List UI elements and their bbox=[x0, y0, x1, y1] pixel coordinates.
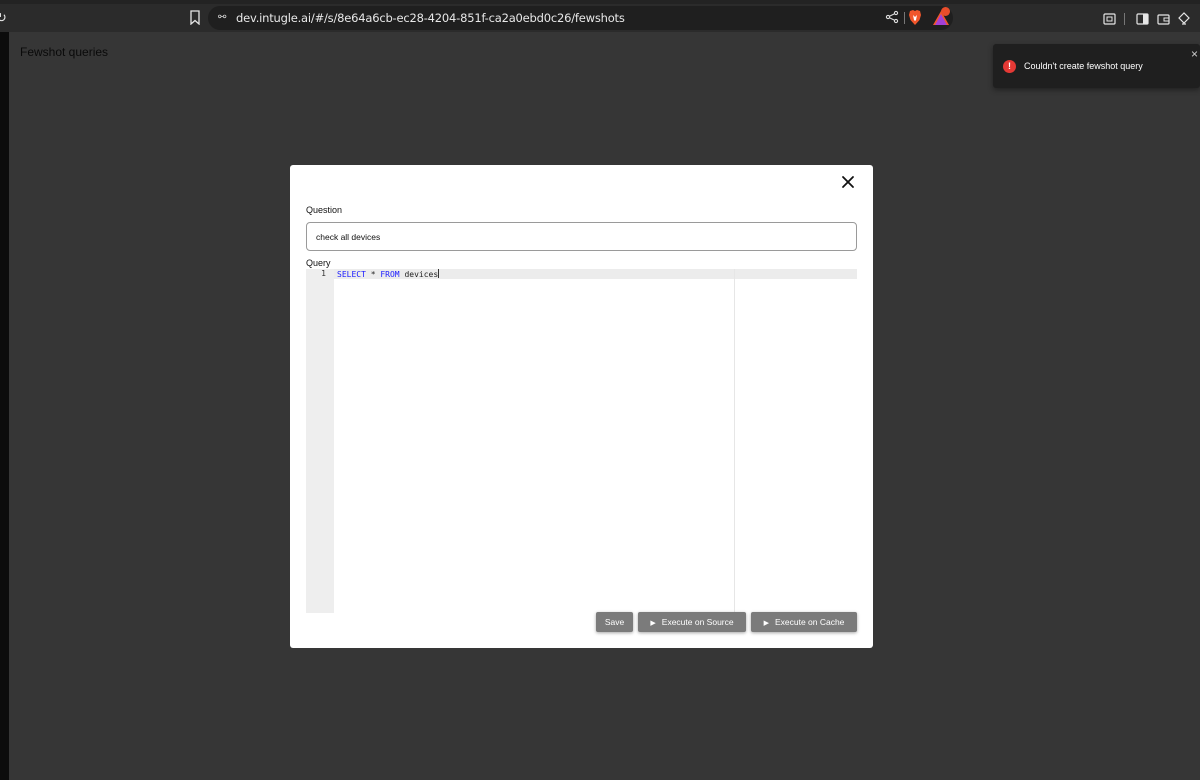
query-editor[interactable]: 1 SELECT * FROM devices bbox=[306, 269, 857, 613]
play-icon: ▶ bbox=[763, 620, 769, 627]
address-bar[interactable]: ⚯ dev.intugle.ai/#/s/8e64a6cb-ec28-4204-… bbox=[208, 6, 953, 30]
window-left-edge bbox=[0, 32, 9, 780]
toast-message: Couldn't create fewshot query bbox=[1024, 61, 1143, 71]
query-label: Query bbox=[306, 258, 331, 268]
error-toast: ! Couldn't create fewshot query × bbox=[993, 44, 1200, 88]
text-cursor bbox=[438, 269, 440, 278]
extensions-icon[interactable] bbox=[1177, 12, 1191, 26]
play-icon: ▶ bbox=[650, 620, 656, 627]
share-icon[interactable] bbox=[885, 10, 899, 24]
execute-cache-label: Execute on Cache bbox=[774, 617, 845, 627]
url-text[interactable]: dev.intugle.ai/#/s/8e64a6cb-ec28-4204-85… bbox=[236, 11, 625, 25]
toolbar-divider bbox=[1124, 13, 1125, 25]
editor-gutter: 1 bbox=[306, 269, 334, 613]
menu-icon[interactable]: ⋮ bbox=[1195, 12, 1200, 26]
reload-icon[interactable]: ↻ bbox=[0, 11, 7, 26]
screenshot-icon[interactable] bbox=[1103, 12, 1116, 26]
site-settings-icon[interactable]: ⚯ bbox=[218, 12, 226, 23]
question-label: Question bbox=[306, 205, 343, 215]
execute-on-cache-button[interactable]: ▶ Execute on Cache bbox=[751, 612, 857, 632]
sidebar-icon[interactable] bbox=[1136, 12, 1149, 26]
line-number: 1 bbox=[321, 269, 326, 278]
save-label: Save bbox=[604, 617, 625, 627]
sql-keyword-from: FROM bbox=[380, 270, 400, 279]
error-icon: ! bbox=[1003, 60, 1016, 73]
code-line[interactable]: SELECT * FROM devices bbox=[337, 269, 440, 280]
print-margin bbox=[734, 269, 735, 613]
brave-shields-icon[interactable] bbox=[908, 9, 922, 26]
sql-keyword-select: SELECT bbox=[337, 270, 366, 279]
execute-on-source-button[interactable]: ▶ Execute on Source bbox=[638, 612, 746, 632]
save-button[interactable]: Save bbox=[596, 612, 633, 632]
browser-toolbar: ↻ ⚯ dev.intugle.ai/#/s/8e64a6cb-ec28-420… bbox=[0, 4, 1200, 32]
bookmark-icon[interactable] bbox=[189, 10, 201, 25]
question-input[interactable]: check all devices bbox=[306, 222, 857, 251]
sql-table: devices bbox=[399, 270, 439, 279]
url-divider bbox=[904, 12, 905, 24]
close-icon[interactable] bbox=[841, 175, 855, 189]
wallet-icon[interactable] bbox=[1157, 12, 1170, 26]
question-value[interactable]: check all devices bbox=[316, 232, 380, 242]
execute-source-label: Execute on Source bbox=[661, 617, 734, 627]
rewards-badge bbox=[941, 7, 950, 16]
fewshot-query-modal: Question check all devices Query 1 SELEC… bbox=[290, 165, 873, 648]
sql-star: * bbox=[365, 270, 381, 279]
toast-close-icon[interactable]: × bbox=[1191, 48, 1198, 60]
page-title: Fewshot queries bbox=[20, 45, 109, 59]
